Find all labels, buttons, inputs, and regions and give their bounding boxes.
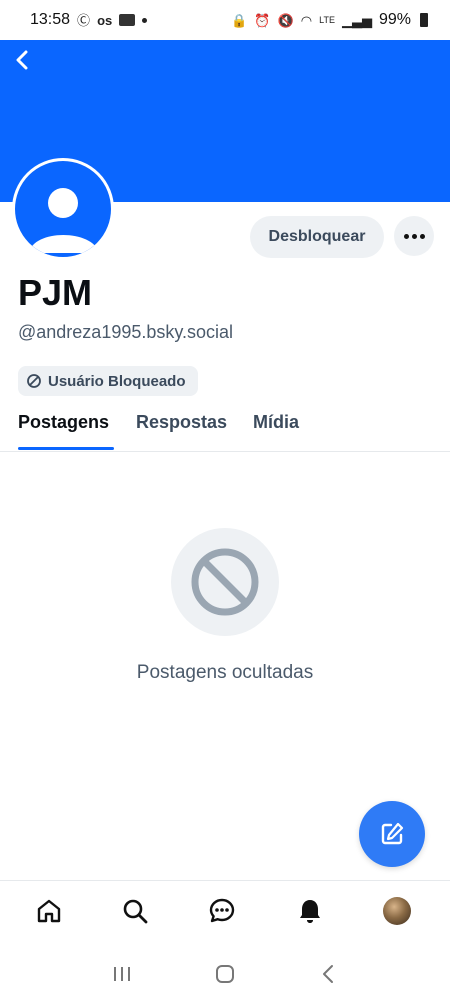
tab-respostas[interactable]: Respostas bbox=[136, 412, 227, 433]
screen-record-icon: os bbox=[97, 12, 113, 28]
back-nav-button[interactable] bbox=[308, 954, 348, 994]
os-icon: Ⓒ bbox=[77, 12, 91, 28]
compose-icon bbox=[381, 822, 404, 845]
nav-profile[interactable] bbox=[381, 895, 413, 927]
more-options-button[interactable] bbox=[394, 216, 434, 256]
nav-home[interactable] bbox=[33, 895, 65, 927]
empty-state-icon-container bbox=[171, 528, 279, 636]
dot-icon bbox=[411, 233, 417, 239]
status-left: 13:58 Ⓒ os bbox=[30, 11, 148, 29]
mute-icon: 🔇 bbox=[277, 12, 294, 28]
profile-handle: @andreza1995.bsky.social bbox=[18, 322, 234, 342]
profile-avatar[interactable] bbox=[12, 158, 114, 260]
home-button[interactable] bbox=[205, 954, 245, 994]
chevron-left-icon bbox=[16, 50, 28, 70]
notification-dot bbox=[142, 17, 148, 23]
tab-midia[interactable]: Mídia bbox=[253, 412, 299, 433]
recents-icon bbox=[113, 967, 130, 981]
nav-notifications[interactable] bbox=[294, 895, 326, 927]
profile-tabs: Postagens Respostas Mídia bbox=[0, 404, 450, 452]
blocked-label: Usuário Bloqueado bbox=[48, 372, 186, 390]
home-icon bbox=[37, 899, 61, 923]
block-icon bbox=[191, 548, 259, 616]
alarm-icon: ⏰ bbox=[254, 12, 271, 28]
back-icon bbox=[323, 965, 334, 983]
recents-button[interactable] bbox=[102, 954, 142, 994]
nav-chat[interactable] bbox=[206, 895, 238, 927]
unblock-button[interactable]: Desbloquear bbox=[250, 216, 384, 258]
dot-icon bbox=[403, 233, 409, 239]
wifi-icon: ◠ bbox=[300, 12, 313, 28]
bottom-nav bbox=[0, 880, 450, 942]
display-name: PJM bbox=[18, 272, 93, 313]
system-nav bbox=[0, 948, 450, 1000]
battery-icon bbox=[420, 13, 428, 27]
dot-icon bbox=[419, 233, 425, 239]
status-right: 🔒 ⏰ 🔇 ◠ LTE ▁▃▅ 99% bbox=[231, 11, 428, 29]
status-bar: 13:58 Ⓒ os 🔒 ⏰ 🔇 ◠ LTE ▁▃▅ 99% bbox=[0, 0, 450, 40]
block-icon bbox=[27, 374, 41, 388]
back-button[interactable] bbox=[10, 48, 34, 72]
default-user-icon bbox=[29, 188, 99, 253]
volte-icon: LTE bbox=[319, 14, 335, 25]
signal-icon: ▁▃▅ bbox=[341, 12, 372, 28]
nav-search[interactable] bbox=[119, 895, 151, 927]
status-time: 13:58 bbox=[30, 11, 71, 28]
screen-cast-icon bbox=[119, 14, 136, 26]
bell-icon bbox=[300, 900, 320, 923]
chat-icon bbox=[209, 898, 235, 923]
active-tab-indicator bbox=[18, 447, 114, 450]
battery-percent: 99% bbox=[378, 11, 411, 28]
empty-state-message: Postagens ocultadas bbox=[136, 662, 314, 683]
home-button-icon bbox=[215, 965, 234, 983]
search-icon bbox=[123, 899, 148, 924]
compose-button[interactable] bbox=[359, 801, 425, 867]
blocked-badge: Usuário Bloqueado bbox=[18, 366, 198, 396]
lock-icon: 🔒 bbox=[231, 12, 248, 28]
profile-avatar-thumbnail bbox=[383, 897, 411, 925]
tab-postagens[interactable]: Postagens bbox=[18, 412, 109, 433]
